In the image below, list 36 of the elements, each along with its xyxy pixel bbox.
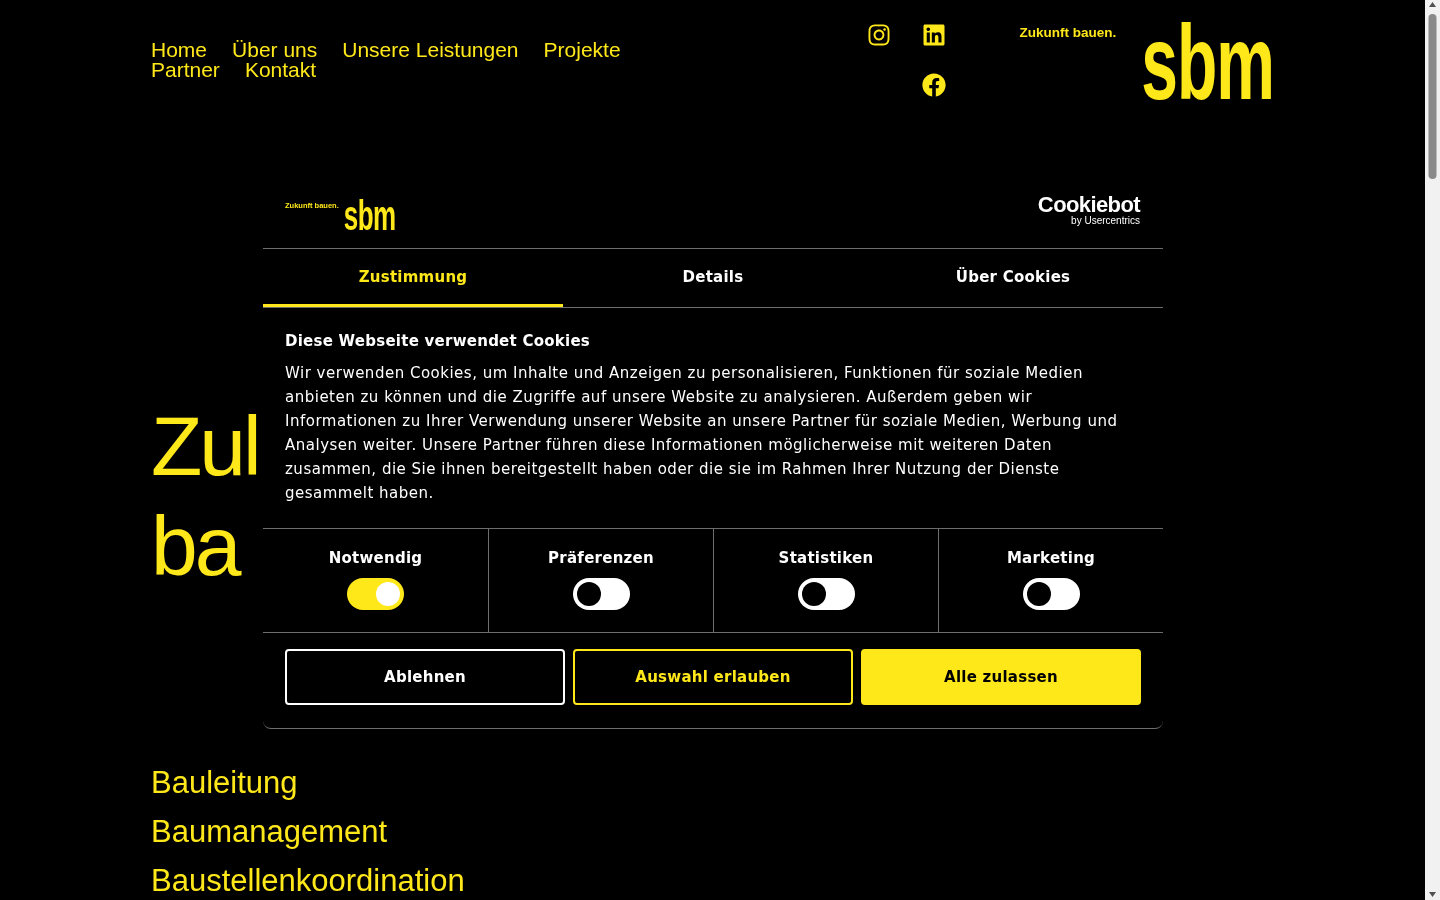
nav-link[interactable]: Kontakt [244,60,317,80]
logo-wordmark[interactable]: sbm [1141,22,1274,102]
instagram-icon[interactable] [866,23,891,47]
category-label: Notwendig [328,548,423,569]
dialog-tab[interactable]: Über Cookies [863,249,1163,307]
dialog-tab[interactable]: Details [563,249,863,307]
consent-text: Wir verwenden Cookies, um Inhalte und Anzeigen zu personalisieren, Funktionen für soziale Medien anbieten zu können und die Zugriffe auf unsere Website zu analysieren. Außerdem geben wir Informationen zu Ihrer Verwendung unserer Website an unsere Partner für soziale Medien, Werbung und Analysen weiter. Unsere Partner führen diese Informationen möglicherweise mit weiteren Daten zusammen, die Sie ihnen bereitgestellt haben oder die sie im Rahmen Ihrer Nutzung der Dienste gesammelt haben. [285,363,1119,504]
scrollbar[interactable] [1425,0,1440,900]
consent-button[interactable]: Alle zulassen [861,649,1141,705]
nav-link[interactable]: Projekte [543,40,621,60]
service-item: Bauleitung [151,766,298,800]
provider-name: Cookiebot [1037,194,1140,215]
hero-heading: Zul [151,398,259,495]
toggle-switch[interactable] [797,578,855,610]
category-label: Präferenzen [548,548,654,569]
nav-link[interactable]: Über uns [232,40,318,60]
dialog-tab[interactable]: Zustimmung [263,249,563,307]
category-label: Marketing [1006,548,1096,569]
toggle-switch[interactable] [347,578,404,610]
logo-wordmark[interactable]: sbm [343,200,396,232]
category-label: Statistiken [778,548,874,569]
hero-heading: ba [151,498,239,595]
toggle-switch[interactable] [572,578,630,610]
consent-button[interactable]: Auswahl erlauben [573,649,853,705]
consent-button[interactable]: Ablehnen [285,649,565,705]
dialog-title: Diese Webseite verwendet Cookies [285,331,592,352]
nav-link[interactable]: Partner [151,60,220,80]
provider-byline: by Usercentrics [1071,214,1140,226]
nav-link[interactable]: Home [151,40,208,60]
nav-link[interactable]: Unsere Leistungen [342,40,519,60]
facebook-icon[interactable] [921,73,946,97]
service-item: Baumanagement [151,815,388,849]
brand-tagline: Zukunft bauen. [1019,25,1117,41]
toggle-switch[interactable] [1022,578,1080,610]
service-item: Baustellenkoordination [151,864,465,898]
linkedin-icon[interactable] [921,23,946,47]
